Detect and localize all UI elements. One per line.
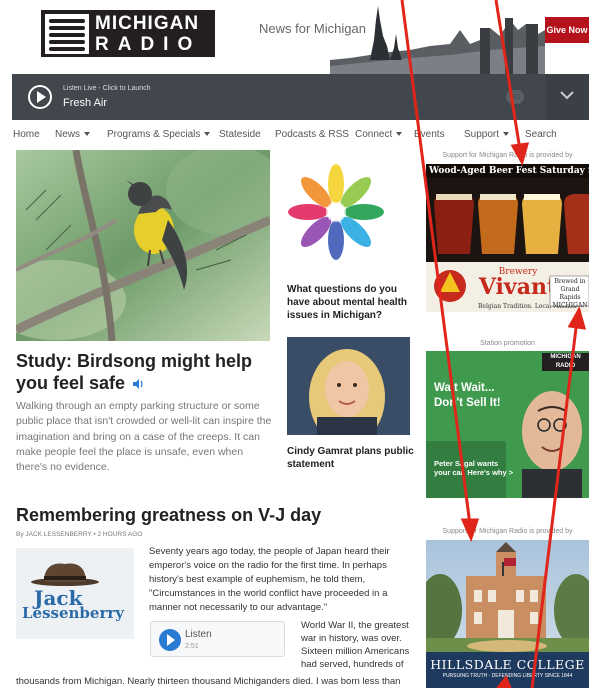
nav-events[interactable]: Events — [414, 129, 445, 140]
ad1-brand: Vivant — [478, 274, 558, 300]
ad2-college-name: HILLSDALE COLLEGE — [430, 657, 585, 672]
thumb-name-last: Lessenberry — [22, 604, 124, 622]
promo-subtitle: Peter Sagal wants your car. Here's why > — [434, 459, 514, 477]
logo-line2: RADIO — [95, 33, 202, 55]
michigan-radio-logo[interactable]: MICHIGAN RADIO — [41, 10, 215, 57]
skyline-illustration — [330, 6, 545, 74]
station-promotion-label: Station promotion — [480, 340, 535, 347]
main-nav: Home News Programs & Specials Stateside … — [0, 127, 589, 143]
caret-down-icon — [396, 132, 403, 137]
story2-byline: By JACK LESSENBERRY • 2 HOURS AGO — [16, 531, 143, 538]
player-expand-button[interactable] — [546, 74, 589, 120]
caret-down-icon — [84, 132, 91, 137]
nav-programs-specials[interactable]: Programs & Specials — [107, 129, 211, 140]
site-header: MICHIGAN RADIO News for Michigan Give No… — [0, 0, 589, 74]
live-player-bar[interactable]: Listen Live - Click to Launch Fresh Air … — [12, 74, 589, 120]
nav-search[interactable]: Search — [525, 129, 557, 140]
nav-podcasts-rss[interactable]: Podcasts & RSS — [275, 129, 349, 140]
jack-lessenberry-thumbnail[interactable]: Jack Lessenberry — [16, 548, 134, 639]
caret-down-icon — [503, 132, 510, 137]
arrow-head-3 — [567, 306, 587, 330]
hd-badge[interactable]: HD — [506, 90, 524, 104]
cindy-gamrat-photo[interactable] — [287, 337, 410, 435]
lead-headline[interactable]: Study: Birdsong might help you feel safe — [16, 350, 276, 394]
listen-live-label[interactable]: Listen Live - Click to Launch — [63, 85, 151, 92]
give-now-button[interactable]: Give Now — [545, 17, 589, 43]
bird-photo[interactable] — [16, 150, 270, 341]
support-label: Support for Michigan Radio is provided b… — [442, 152, 573, 159]
lead-blurb: Walking through an empty parking structu… — [16, 400, 272, 474]
caret-down-icon — [204, 132, 211, 137]
story2-body: Seventy years ago today, the people of J… — [149, 546, 390, 613]
ad1-banner: Wood-Aged Beer Fest Saturday Sept 19 — [429, 166, 589, 176]
ad1-brewed: Brewed in Grand Rapids MICHIGAN — [552, 278, 588, 309]
wait-wait-promo[interactable]: MICHIGAN RADIO Wait Wait... Don't Sell I… — [426, 351, 589, 498]
hillsdale-college-ad[interactable]: HILLSDALE COLLEGE PURSUING TRUTH · DEFEN… — [426, 540, 589, 688]
nav-stateside[interactable]: Stateside — [219, 129, 261, 140]
promo-station-logo: MICHIGAN RADIO — [542, 353, 589, 371]
logo-line1: MICHIGAN — [95, 12, 200, 34]
listen-duration: 2:51 — [185, 643, 199, 650]
chevron-down-icon — [560, 91, 574, 100]
current-program: Fresh Air — [63, 97, 108, 109]
support-label-2: Support for Michigan Radio is provided b… — [442, 528, 573, 535]
story2-headline[interactable]: Remembering greatness on V-J day — [16, 505, 321, 526]
emotion-wheel-image[interactable] — [287, 163, 385, 261]
listen-button[interactable]: Listen 2:51 — [150, 621, 285, 657]
fedora-hat-icon — [31, 563, 99, 586]
nav-connect[interactable]: Connect — [355, 129, 403, 140]
side-story-gamrat[interactable]: Cindy Gamrat plans public statement — [287, 445, 417, 471]
promo-title: Wait Wait... Don't Sell It! — [434, 382, 501, 409]
story2-body-last: thousands from Michigan. Nearly thirteen… — [16, 676, 401, 687]
ad1-brewery: Brewery — [499, 267, 539, 277]
play-circle-icon[interactable] — [28, 85, 52, 109]
nav-home[interactable]: Home — [13, 129, 40, 140]
brewery-vivant-ad[interactable]: Vivant Brewery Belgian Tradition. Local … — [426, 164, 589, 312]
audio-speaker-icon[interactable] — [132, 378, 144, 390]
nav-news[interactable]: News — [55, 129, 91, 140]
side-story-mental-health[interactable]: What questions do you have about mental … — [287, 283, 417, 322]
nav-support[interactable]: Support — [464, 129, 510, 140]
ad2-motto: PURSUING TRUTH · DEFENDING LIBERTY SINCE… — [442, 673, 573, 679]
logo-mark-icon — [45, 13, 89, 54]
listen-label[interactable]: Listen — [185, 629, 212, 640]
play-icon[interactable] — [159, 629, 181, 651]
story2-body-cont: World War II, the greatest war in histor… — [301, 620, 410, 670]
